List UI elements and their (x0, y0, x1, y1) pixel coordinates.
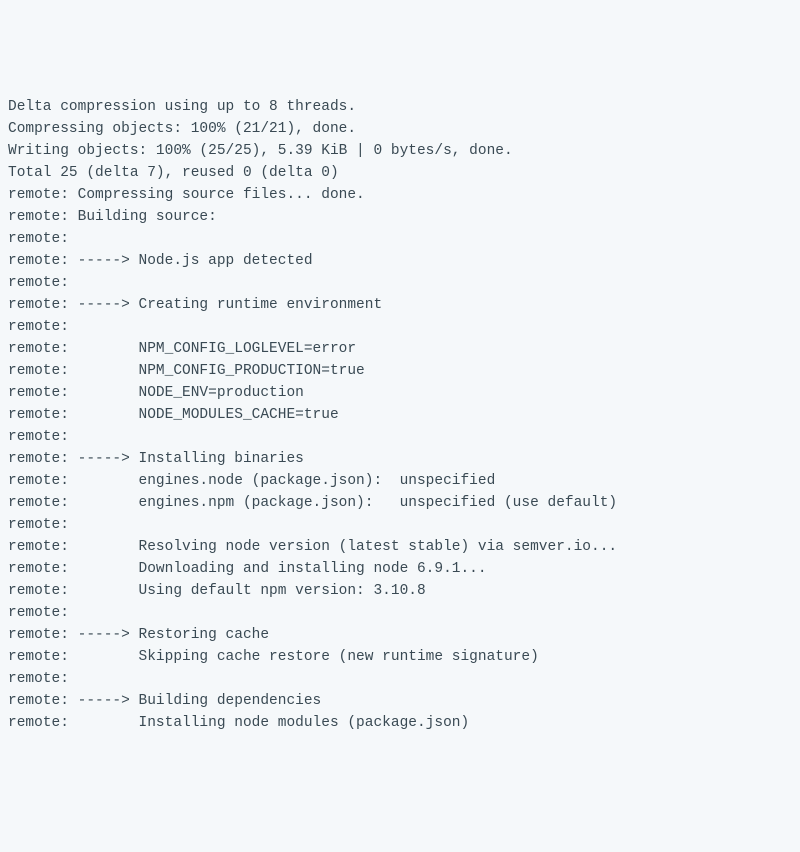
terminal-line: Delta compression using up to 8 threads. (8, 96, 792, 118)
terminal-line: remote: Skipping cache restore (new runt… (8, 646, 792, 668)
terminal-line: remote: (8, 514, 792, 536)
terminal-line: remote: Compressing source files... done… (8, 184, 792, 206)
terminal-line: remote: engines.npm (package.json): unsp… (8, 492, 792, 514)
terminal-line: remote: -----> Creating runtime environm… (8, 294, 792, 316)
terminal-line: remote: (8, 602, 792, 624)
terminal-line: remote: (8, 316, 792, 338)
terminal-line: remote: (8, 272, 792, 294)
terminal-line: remote: NPM_CONFIG_PRODUCTION=true (8, 360, 792, 382)
terminal-line: remote: NODE_ENV=production (8, 382, 792, 404)
terminal-output: Delta compression using up to 8 threads.… (8, 96, 792, 734)
terminal-line: remote: engines.node (package.json): uns… (8, 470, 792, 492)
terminal-line: remote: Downloading and installing node … (8, 558, 792, 580)
terminal-line: remote: NODE_MODULES_CACHE=true (8, 404, 792, 426)
terminal-line: remote: (8, 426, 792, 448)
terminal-line: remote: (8, 228, 792, 250)
terminal-line: Total 25 (delta 7), reused 0 (delta 0) (8, 162, 792, 184)
terminal-line: remote: -----> Installing binaries (8, 448, 792, 470)
terminal-line: remote: Building source: (8, 206, 792, 228)
terminal-line: remote: Installing node modules (package… (8, 712, 792, 734)
terminal-line: Writing objects: 100% (25/25), 5.39 KiB … (8, 140, 792, 162)
terminal-line: remote: -----> Restoring cache (8, 624, 792, 646)
terminal-line: remote: (8, 668, 792, 690)
terminal-line: remote: Resolving node version (latest s… (8, 536, 792, 558)
terminal-line: remote: -----> Node.js app detected (8, 250, 792, 272)
terminal-line: remote: -----> Building dependencies (8, 690, 792, 712)
terminal-line: Compressing objects: 100% (21/21), done. (8, 118, 792, 140)
terminal-line: remote: Using default npm version: 3.10.… (8, 580, 792, 602)
terminal-line: remote: NPM_CONFIG_LOGLEVEL=error (8, 338, 792, 360)
